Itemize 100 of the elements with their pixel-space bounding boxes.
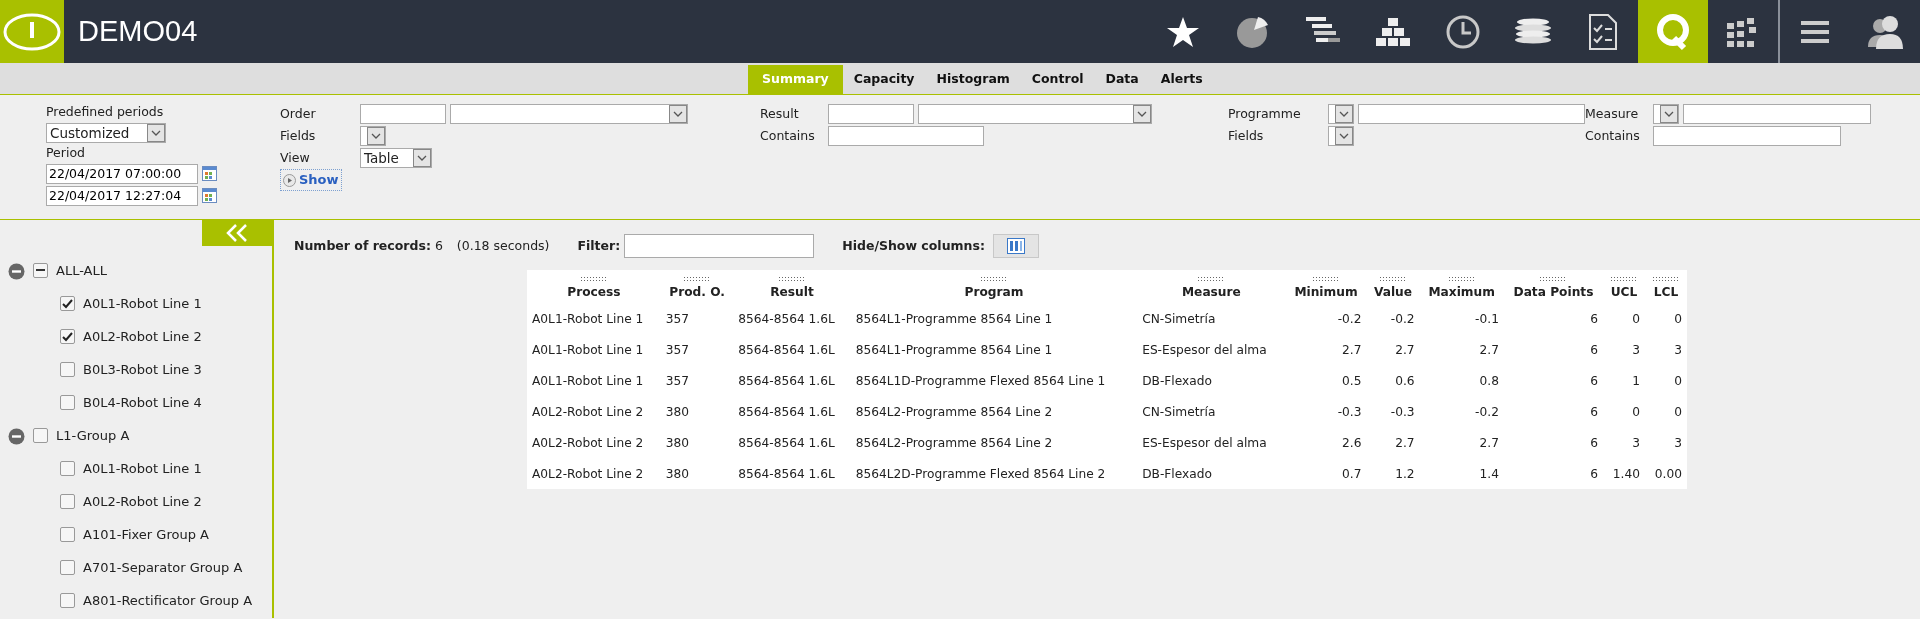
table-cell: 0.00 [1645, 458, 1687, 490]
tree-item[interactable]: A0L1-Robot Line 1 [83, 458, 202, 479]
table-cell: 1.2 [1366, 458, 1420, 490]
checkbox[interactable] [60, 296, 75, 311]
input-field[interactable] [1653, 126, 1841, 146]
column-header[interactable]: Program [964, 285, 1024, 299]
field-label: Period [46, 143, 86, 162]
checkbox[interactable] [33, 263, 48, 278]
column-header[interactable]: Maximum [1428, 285, 1495, 299]
measure-select[interactable] [1653, 104, 1679, 124]
tab[interactable]: Histogram [925, 66, 1021, 94]
columns-button[interactable] [992, 234, 1039, 258]
column-header[interactable]: Data Points [1513, 285, 1594, 299]
caret-icon [1335, 127, 1353, 145]
tree-item[interactable]: A0L2-Robot Line 2 [83, 491, 202, 512]
date-field[interactable]: 22/04/2017 12:27:04 [46, 185, 198, 206]
fields-select[interactable] [1328, 126, 1354, 146]
record-count: Number of records: 6 [294, 236, 443, 255]
stacked-blocks-icon [1374, 15, 1412, 48]
table-cell: 1 [1603, 365, 1645, 397]
checkbox[interactable] [60, 362, 75, 377]
checkbox[interactable] [60, 329, 75, 344]
date-field[interactable]: 22/04/2017 07:00:00 [46, 163, 198, 184]
table-cell: 3 [1603, 334, 1645, 366]
table-cell: -0.3 [1366, 396, 1420, 428]
column-header[interactable]: Result [770, 285, 814, 299]
caret-icon [147, 123, 165, 142]
column-header[interactable]: Process [567, 285, 621, 299]
period-select[interactable]: Customized [46, 122, 166, 143]
column-header[interactable]: Prod. O. [669, 285, 725, 299]
tab[interactable]: Alerts [1149, 66, 1214, 94]
checkbox[interactable] [33, 428, 48, 443]
table-cell: 8564L2-Programme 8564 Line 2 [850, 427, 1138, 459]
table-cell: 6 [1503, 334, 1604, 366]
tree-item[interactable]: A101-Fixer Group A [83, 524, 209, 545]
table-cell: 2.7 [1419, 427, 1504, 459]
checkbox[interactable] [60, 593, 75, 608]
tree-item[interactable]: ALL-ALL [56, 260, 107, 281]
show-button[interactable]: Show [280, 169, 342, 191]
column-header[interactable]: LCL [1653, 285, 1679, 299]
tree-item[interactable]: B0L3-Robot Line 3 [83, 359, 202, 380]
filter-field[interactable] [624, 234, 815, 258]
checkbox[interactable] [60, 494, 75, 509]
input-field[interactable] [360, 104, 446, 124]
table-cell: 0.7 [1285, 458, 1367, 490]
field-label: Result [760, 104, 800, 123]
table-cell: 1.40 [1603, 458, 1645, 490]
column-header[interactable]: Value [1373, 285, 1413, 299]
table-cell: -0.2 [1419, 396, 1504, 428]
field-label: Programme [1228, 104, 1302, 123]
column-header[interactable]: UCL [1610, 285, 1638, 299]
tree-item[interactable]: A701-Separator Group A [83, 557, 243, 578]
table-cell: 0 [1645, 365, 1687, 397]
checkbox[interactable] [60, 461, 75, 476]
tree-item[interactable]: A801-Rectificator Group A [83, 590, 253, 611]
tab[interactable]: Control [1020, 66, 1095, 94]
table-cell: 0 [1645, 396, 1687, 428]
calendar-icon[interactable] [202, 188, 217, 203]
table-cell: 357 [660, 365, 734, 397]
table-cell: 380 [660, 458, 734, 490]
table-cell: 8564-8564 1.6L [733, 334, 851, 366]
caret-icon [1660, 105, 1678, 123]
input-field[interactable] [1357, 104, 1585, 124]
columns-icon [1006, 238, 1025, 254]
view-select[interactable]: Table [360, 148, 432, 168]
tree-item[interactable]: B0L4-Robot Line 4 [83, 392, 202, 413]
column-header[interactable]: Measure [1182, 285, 1241, 299]
tree-item[interactable]: A0L2-Robot Line 2 [83, 326, 202, 347]
table-cell: 8564L1-Programme 8564 Line 1 [850, 334, 1138, 366]
checkbox[interactable] [60, 527, 75, 542]
table-cell: A0L1-Robot Line 1 [527, 334, 661, 366]
input-field[interactable] [828, 126, 984, 146]
filter-label: Filter: [577, 236, 621, 255]
checkbox[interactable] [60, 395, 75, 410]
input-field[interactable] [1683, 104, 1871, 124]
input-field[interactable] [828, 104, 914, 124]
table-cell: -0.2 [1366, 303, 1420, 335]
table-cell: DB-Flexado [1137, 365, 1286, 397]
fields-select[interactable] [360, 126, 386, 146]
programme-select[interactable] [1327, 104, 1354, 124]
table-cell: 0.8 [1419, 365, 1504, 397]
table-cell: 0 [1645, 303, 1687, 335]
table-cell: 380 [660, 396, 734, 428]
check-mark-icon [62, 331, 73, 342]
table-cell: 8564L1D-Programme Flexed 8564 Line 1 [850, 365, 1138, 397]
tab[interactable]: Data [1094, 66, 1150, 94]
check-mark-icon [62, 298, 73, 309]
checkbox[interactable] [60, 560, 75, 575]
tree-item[interactable]: A0L1-Robot Line 1 [83, 293, 202, 314]
field-label: Fields [1228, 126, 1265, 145]
checklist-icon [1588, 12, 1618, 51]
column-header[interactable]: Minimum [1294, 285, 1358, 299]
table-cell: 6 [1503, 458, 1604, 490]
calendar-icon[interactable] [202, 166, 217, 181]
table-cell: 3 [1645, 427, 1687, 459]
table-cell: DB-Flexado [1137, 458, 1286, 490]
table-cell: A0L1-Robot Line 1 [527, 303, 661, 335]
table-cell: -0.3 [1285, 396, 1367, 428]
tree-item[interactable]: L1-Group A [56, 425, 130, 446]
tab[interactable]: Capacity [842, 66, 926, 94]
